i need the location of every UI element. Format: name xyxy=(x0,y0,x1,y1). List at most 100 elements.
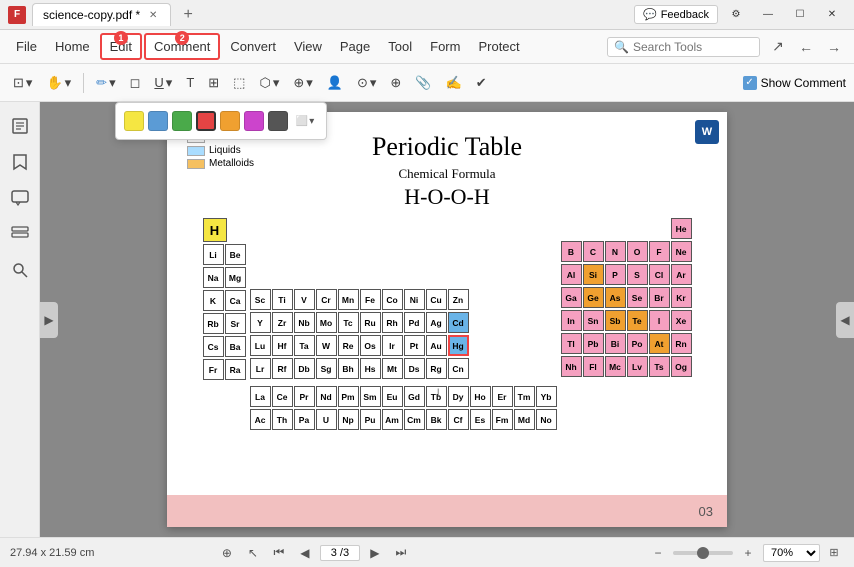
element-Ra: Ra xyxy=(225,359,246,380)
sidebar-pages[interactable] xyxy=(4,110,36,142)
maximize-button[interactable]: ☐ xyxy=(786,4,814,26)
color-green[interactable] xyxy=(172,111,192,131)
element-Ru: Ru xyxy=(360,312,381,333)
element-Au: Au xyxy=(426,335,447,356)
menu-protect[interactable]: Protect xyxy=(470,35,527,58)
prev-page-button[interactable]: ◀ xyxy=(294,542,316,564)
paperclip-icon: 📎 xyxy=(415,75,431,91)
shapes-tool[interactable]: ⬡▾ xyxy=(254,70,284,96)
menu-file[interactable]: File xyxy=(8,35,45,58)
element-Sc: Sc xyxy=(250,289,271,310)
word-export-icon[interactable]: W xyxy=(695,120,719,144)
menu-form[interactable]: Form xyxy=(422,35,468,58)
sidebar-bookmark[interactable] xyxy=(4,146,36,178)
element-At: At xyxy=(649,333,670,354)
element-C: C xyxy=(583,241,604,262)
color-yellow[interactable] xyxy=(124,111,144,131)
sidebar-layers[interactable] xyxy=(4,218,36,250)
link-tool[interactable]: ⊕ xyxy=(385,70,406,96)
menu-tool[interactable]: Tool xyxy=(380,35,420,58)
color-border-picker[interactable]: ⬜▾ xyxy=(292,111,318,131)
element-Rn: Rn xyxy=(671,333,692,354)
element-As: As xyxy=(605,287,626,308)
share-tool[interactable]: ⊙▾ xyxy=(352,70,381,96)
tab-title: science-copy.pdf * xyxy=(43,8,140,22)
color-dark[interactable] xyxy=(268,111,288,131)
sidebar-comment[interactable] xyxy=(4,182,36,214)
page-input[interactable] xyxy=(320,545,360,561)
main-area: ▶ Gases Liquids Metalloids W xyxy=(0,102,854,537)
element-Rh: Rh xyxy=(382,312,403,333)
back-icon[interactable]: ← xyxy=(794,35,818,59)
element-Ga: Ga xyxy=(561,287,582,308)
stamp-tool[interactable]: ⬚ xyxy=(228,70,250,96)
document-tab[interactable]: science-copy.pdf * ✕ xyxy=(32,3,171,26)
cursor-nav-icon[interactable]: ⊕ xyxy=(216,542,238,564)
expand-right-button[interactable]: ◀ xyxy=(836,302,854,338)
search-input[interactable] xyxy=(633,40,753,54)
element-Er: Er xyxy=(492,386,513,407)
zoom-in-button[interactable]: + xyxy=(737,542,759,564)
next-page-button[interactable]: ▶ xyxy=(364,542,386,564)
element-U: U xyxy=(316,409,337,430)
text-icon: T xyxy=(186,75,194,90)
element-Sb: Sb xyxy=(605,310,626,331)
select-tool[interactable]: ⊡▾ xyxy=(8,70,37,96)
color-orange[interactable] xyxy=(220,111,240,131)
color-purple[interactable] xyxy=(244,111,264,131)
legend-liquids-label: Liquids xyxy=(209,145,241,156)
zoom-select[interactable]: 70% 50% 75% 100% 125% 150% xyxy=(763,544,820,562)
sign-tool[interactable]: ✍ xyxy=(441,70,467,96)
element-Fr: Fr xyxy=(203,359,224,380)
element-No: No xyxy=(536,409,557,430)
search-bar[interactable]: 🔍 xyxy=(607,37,760,57)
stamp-icon: ⬚ xyxy=(233,75,245,91)
element-Li: Li xyxy=(203,244,224,265)
measurement-tool[interactable]: ⊕▾ xyxy=(288,70,317,96)
new-tab-button[interactable]: + xyxy=(177,4,199,26)
element-In: In xyxy=(561,310,582,331)
close-button[interactable]: ✕ xyxy=(818,4,846,26)
person-tool[interactable]: 👤 xyxy=(322,70,348,96)
underline-tool[interactable]: U▾ xyxy=(149,70,177,96)
element-Na: Na xyxy=(203,267,224,288)
color-blue[interactable] xyxy=(148,111,168,131)
menu-comment[interactable]: 2 Comment xyxy=(144,33,220,60)
forward-icon[interactable]: → xyxy=(822,35,846,59)
eraser-tool[interactable]: ◻ xyxy=(125,70,146,96)
tab-close-button[interactable]: ✕ xyxy=(146,8,160,22)
markup-tool[interactable]: ✔ xyxy=(471,70,492,96)
expand-left-button[interactable]: ▶ xyxy=(40,302,58,338)
menu-convert[interactable]: Convert xyxy=(222,35,284,58)
show-comment-toggle[interactable]: ✓ Show Comment xyxy=(743,76,846,90)
menu-view[interactable]: View xyxy=(286,35,330,58)
menu-home[interactable]: Home xyxy=(47,35,98,58)
feedback-button[interactable]: 💬 Feedback xyxy=(634,5,718,24)
element-Cm: Cm xyxy=(404,409,425,430)
zoom-out-button[interactable]: − xyxy=(647,542,669,564)
show-comment-checkbox[interactable]: ✓ xyxy=(743,76,757,90)
draw-tool[interactable]: ✏▾ xyxy=(91,70,120,96)
element-Fe: Fe xyxy=(360,289,381,310)
hand-tool[interactable]: ✋▾ xyxy=(41,70,76,96)
settings-button[interactable]: ⚙ xyxy=(722,4,750,26)
zoom-slider[interactable] xyxy=(673,551,733,555)
element-Bi: Bi xyxy=(605,333,626,354)
element-H: H xyxy=(203,218,227,242)
menu-page[interactable]: Page xyxy=(332,35,378,58)
sidebar-search[interactable] xyxy=(4,254,36,286)
textbox-tool[interactable]: ⊞ xyxy=(203,70,224,96)
first-page-button[interactable]: ⏮ xyxy=(268,542,290,564)
paperclip-tool[interactable]: 📎 xyxy=(410,70,436,96)
minimize-button[interactable]: — xyxy=(754,4,782,26)
element-Bk: Bk xyxy=(426,409,447,430)
color-red[interactable] xyxy=(196,111,216,131)
element-Yb: Yb xyxy=(536,386,557,407)
fullscreen-button[interactable]: ⊞ xyxy=(824,543,844,563)
external-link-icon[interactable]: ↗ xyxy=(766,35,790,59)
cursor-select-icon[interactable]: ↖ xyxy=(242,542,264,564)
element-Ti: Ti xyxy=(272,289,293,310)
menu-edit[interactable]: 1 Edit xyxy=(100,33,142,60)
last-page-button[interactable]: ⏭ xyxy=(390,542,412,564)
text-tool[interactable]: T xyxy=(181,70,199,96)
